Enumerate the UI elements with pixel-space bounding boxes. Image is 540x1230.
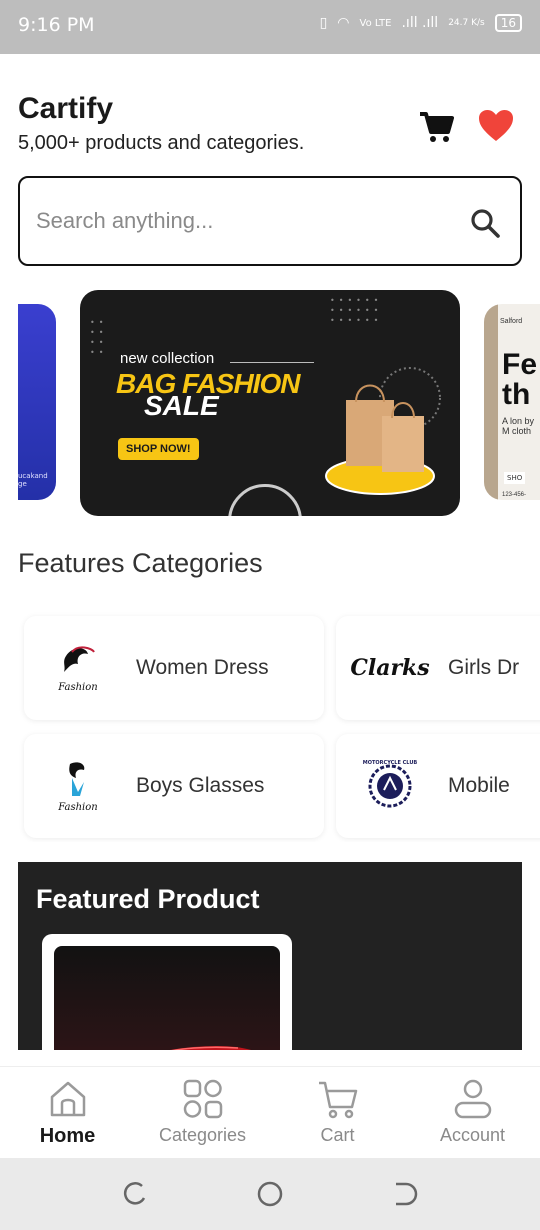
banner-next-band xyxy=(484,304,498,500)
banner-next-brand: Salford xyxy=(500,318,523,325)
volte-label: Vo LTE xyxy=(359,17,392,29)
home-button-icon[interactable] xyxy=(256,1180,284,1208)
heart-icon[interactable] xyxy=(476,106,516,146)
nav-categories[interactable]: Categories xyxy=(135,1067,270,1158)
banner-next-phone: 123-456- xyxy=(502,492,527,498)
banner-line3: SALE xyxy=(144,390,219,421)
decor-dots: •• •• •• •• xyxy=(90,318,108,357)
category-label: Boys Glasses xyxy=(136,774,265,797)
signal-icon: .ıll .ıll xyxy=(401,15,439,31)
banner-next-text: A lon by M cloth xyxy=(502,416,535,436)
category-card-boys-glasses[interactable]: Fashion Boys Glasses xyxy=(24,734,324,838)
banner-previous-text: ucakand ge xyxy=(18,472,48,488)
cart-icon xyxy=(318,1081,357,1119)
fashion-logo-icon: Fashion xyxy=(44,634,112,702)
banner-previous[interactable]: ucakand ge xyxy=(18,304,56,500)
product-image xyxy=(54,946,280,1050)
nav-label: Home xyxy=(39,1125,96,1147)
app-header: Cartify 5,000+ products and categories. xyxy=(18,92,304,155)
vibrate-icon: ▯ xyxy=(319,15,328,31)
wifi-icon: ◠ xyxy=(337,15,350,31)
section-title-categories: Features Categories xyxy=(18,548,263,578)
svg-text:MOTORCYCLE CLUB: MOTORCYCLE CLUB xyxy=(363,760,418,766)
battery-icon: 16 xyxy=(494,14,522,32)
grid-icon xyxy=(183,1079,222,1119)
banner-bag-fashion[interactable]: •••••• •••••• •••••• •• •• •• •• new collecti… xyxy=(80,290,460,516)
motorcycle-club-logo-icon: MOTORCYCLE CLUB xyxy=(356,752,424,820)
svg-text:Fashion: Fashion xyxy=(57,682,97,693)
featured-product-section: Featured Product xyxy=(18,862,522,1050)
recents-icon[interactable] xyxy=(122,1180,150,1208)
search-icon[interactable] xyxy=(468,206,502,240)
banner-rule xyxy=(230,362,314,363)
category-label: Mobile xyxy=(448,774,510,797)
clarks-logo-icon: Clarks xyxy=(350,655,430,681)
banner-next[interactable]: Salford Fe th A lon by M cloth SHO 123-4… xyxy=(484,304,540,500)
system-navigation xyxy=(0,1158,540,1230)
app-title: Cartify xyxy=(18,92,114,125)
back-icon[interactable] xyxy=(392,1180,420,1208)
category-card-girls-dress[interactable]: Clarks Girls Dr xyxy=(336,616,540,720)
status-bar: 9:16 PM ▯ ◠ Vo LTE .ıll .ıll 24.7 K/s 16 xyxy=(0,0,540,54)
decor-ring xyxy=(228,484,302,516)
search-bar[interactable] xyxy=(18,176,522,266)
car-image xyxy=(170,1046,252,1050)
home-icon xyxy=(50,1081,85,1117)
decor-dots: •••••• •••••• •••••• xyxy=(330,296,383,325)
banner-next-button[interactable]: SHO xyxy=(504,472,526,484)
product-card[interactable] xyxy=(42,934,292,1050)
app-subtitle: 5,000+ products and categories. xyxy=(18,132,305,154)
category-card-women-dress[interactable]: Fashion Women Dress xyxy=(24,616,324,720)
cart-icon[interactable] xyxy=(416,106,456,146)
category-card-mobile[interactable]: MOTORCYCLE CLUB Mobile xyxy=(336,734,540,838)
bottom-navigation: Home Categories Cart Account xyxy=(0,1066,540,1158)
categories-grid: Fashion Women Dress Clarks Girls Dr Fash… xyxy=(0,612,540,842)
featured-title: Featured Product xyxy=(36,884,260,914)
banner-next-headline: Fe th xyxy=(502,348,538,411)
status-time: 9:16 PM xyxy=(18,14,95,36)
promo-carousel[interactable]: ucakand ge •••••• •••••• •••••• •• •• •• •• n… xyxy=(0,290,540,516)
nav-label: Cart xyxy=(320,1125,355,1145)
category-label: Women Dress xyxy=(136,656,269,679)
nav-label: Categories xyxy=(158,1125,247,1145)
nav-account[interactable]: Account xyxy=(405,1067,540,1158)
category-label: Girls Dr xyxy=(448,656,520,679)
fashion-logo-icon: Fashion xyxy=(44,752,112,820)
nav-home[interactable]: Home xyxy=(0,1067,135,1158)
net-speed: 24.7 K/s xyxy=(448,18,485,28)
nav-label: Account xyxy=(439,1125,506,1145)
banner-line1: new collection xyxy=(120,350,215,367)
svg-text:Fashion: Fashion xyxy=(57,802,97,813)
shopping-bags-illustration xyxy=(325,367,441,495)
status-icons: ▯ ◠ Vo LTE .ıll .ıll 24.7 K/s 16 xyxy=(320,14,522,32)
user-icon xyxy=(454,1079,491,1119)
shop-now-button[interactable]: SHOP NOW! xyxy=(118,438,199,460)
search-input[interactable] xyxy=(36,198,456,244)
nav-cart[interactable]: Cart xyxy=(270,1067,405,1158)
